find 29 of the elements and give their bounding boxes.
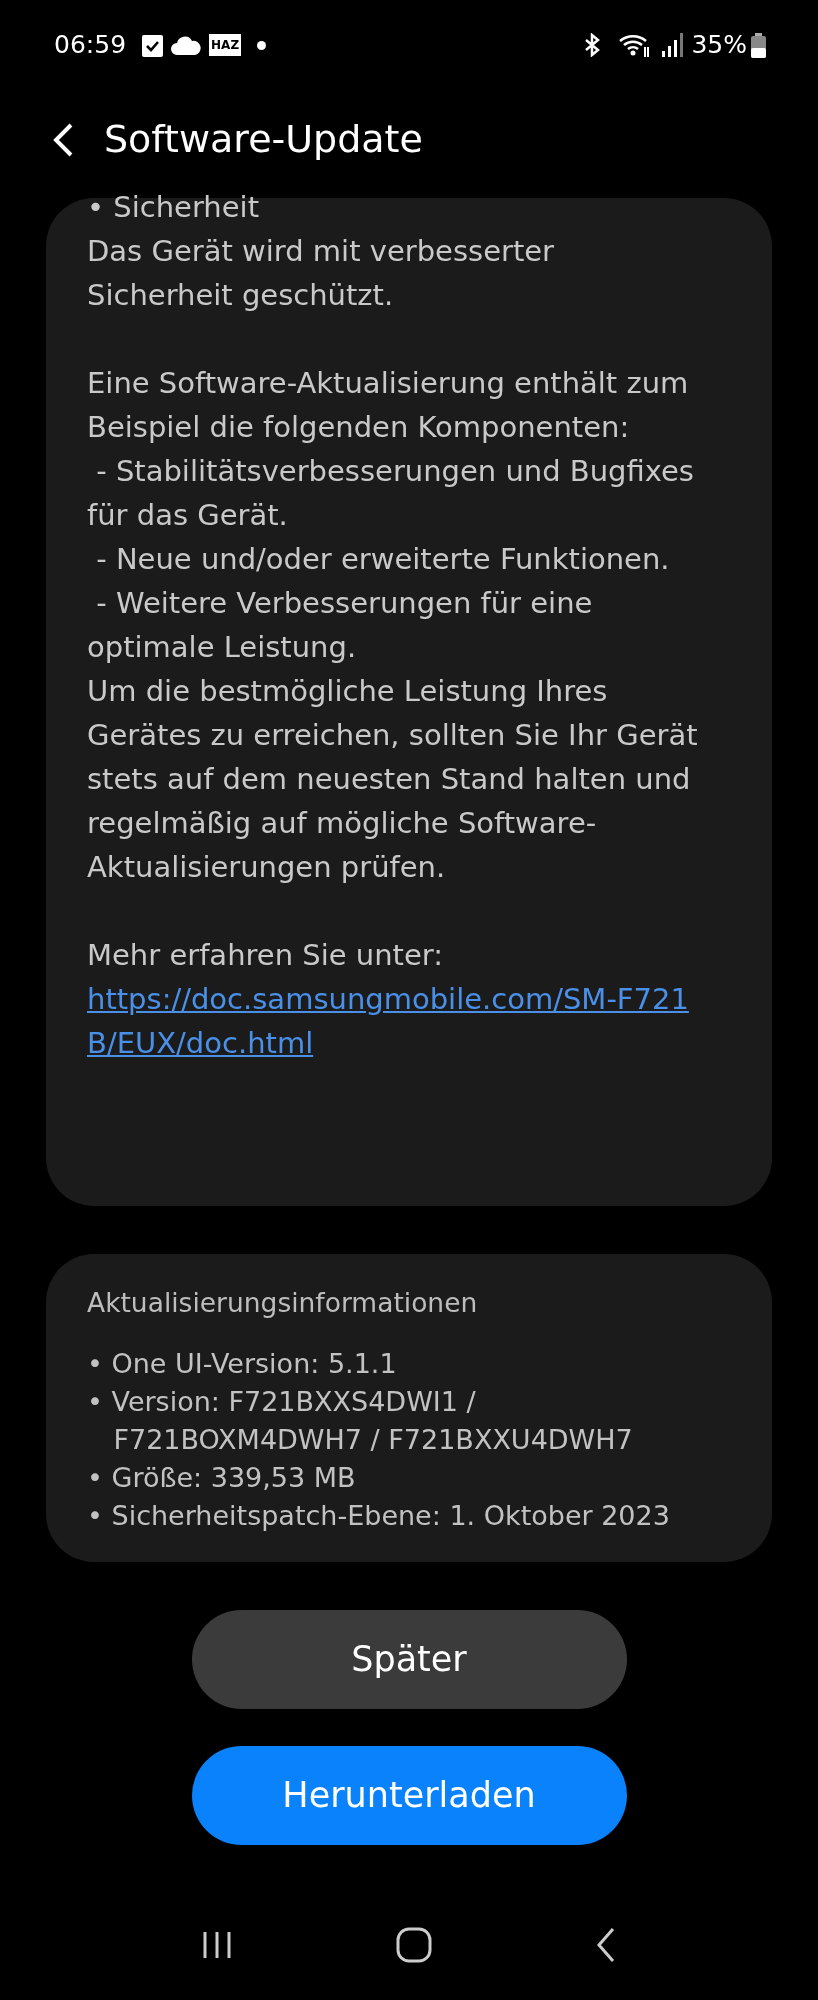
battery-icon	[751, 32, 766, 58]
paragraph: Das Gerät wird mit verbesserter Sicherheit geschützt.	[87, 233, 556, 314]
paragraph: • Sicherheit	[87, 190, 261, 226]
checklist-icon	[142, 33, 164, 57]
notification-badge: HAZ	[209, 34, 242, 56]
cloud-icon	[171, 35, 202, 55]
paragraph: - Neue und/oder erweiterte Funktionen.	[95, 541, 671, 578]
battery-percent: 35%	[691, 29, 747, 62]
paragraph: - Weitere Verbesserungen für eine optimale Leistung.	[87, 585, 594, 666]
link[interactable]: https://doc.samsungmobile.com/SM-F721B/EUX/doc.html	[87, 977, 700, 1065]
status-time: 06:59	[54, 29, 127, 62]
paragraph: Um die bestmögliche Leistung Ihres Gerätes zu erreichen, sollten Sie Ihr Gerät stets auf dem neuesten Stand halten und regelmäßig auf mögliche Software-Aktualisierungen prüfen.	[87, 673, 699, 886]
section-title: Aktualisierungsinformationen	[87, 1286, 479, 1320]
signal-icon	[661, 33, 684, 57]
recent-apps-icon	[202, 1930, 232, 1960]
download-button[interactable]: Herunterladen	[191, 1746, 627, 1845]
paragraph: - Stabilitätsverbesserungen und Bugfixes für das Gerät.	[87, 453, 695, 534]
later-button[interactable]: Später	[191, 1610, 627, 1709]
back-icon	[52, 122, 74, 158]
home-icon	[396, 1927, 432, 1963]
paragraph: Eine Software-Aktualisierung enthält zum Beispiel die folgenden Komponenten:	[87, 365, 690, 446]
dot-icon	[257, 40, 267, 50]
back-icon	[596, 1927, 616, 1963]
page-title: Software-Update	[104, 117, 423, 163]
paragraph: Mehr erfahren Sie unter:	[87, 937, 444, 974]
info-item: • One UI-Version: 5.1.1	[87, 1347, 398, 1381]
info-item: • Sicherheitspatch-Ebene: 1. Oktober 2023	[87, 1499, 671, 1533]
info-item: • Version: F721BXXS4DWI1 / F721BOXM4DWH7 / F721BXXU4DWH7	[87, 1385, 634, 1457]
info-item: • Größe: 339,53 MB	[87, 1461, 357, 1495]
